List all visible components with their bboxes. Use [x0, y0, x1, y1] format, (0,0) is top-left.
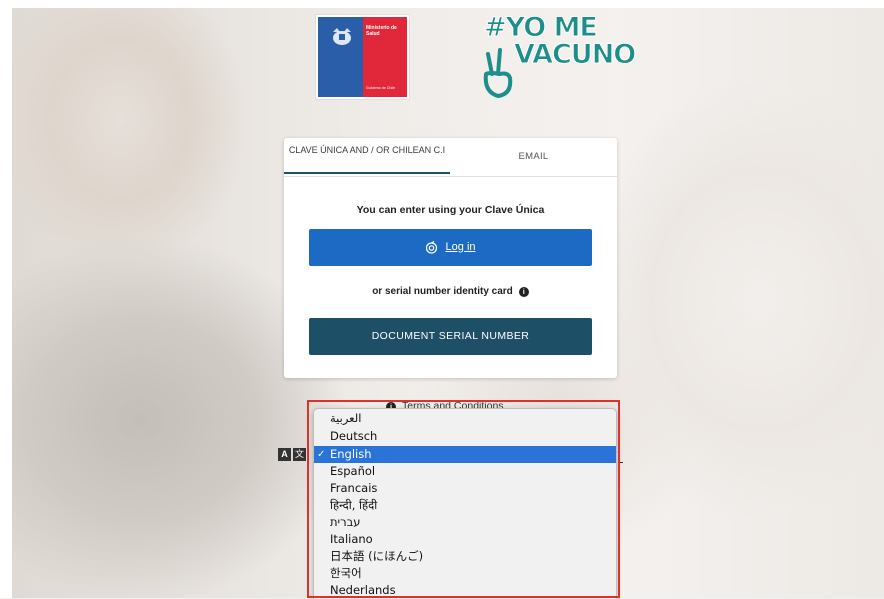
logo-blue-block [318, 17, 363, 97]
translate-a-icon: A [278, 448, 291, 461]
login-tabs: CLAVE ÚNICA AND / OR CHILEAN C.I EMAIL [284, 138, 617, 177]
chile-crest-icon [333, 28, 351, 45]
serial-number-prompt: or serial number identity card i [284, 286, 617, 297]
ministry-name: Ministerio de Salud [366, 25, 397, 37]
highlight-box [307, 400, 620, 598]
tab-clave-unica[interactable]: CLAVE ÚNICA AND / OR CHILEAN C.I [284, 138, 450, 174]
ministry-of-health-logo: Ministerio de Salud Gobierno de Chile [316, 15, 409, 99]
window-left-edge [0, 0, 12, 598]
campaign-logo-line2: VACUNO [513, 39, 636, 71]
document-serial-number-button[interactable]: DOCUMENT SERIAL NUMBER [309, 318, 592, 355]
tab-email[interactable]: EMAIL [450, 138, 617, 176]
login-button-label: Log in [445, 241, 476, 253]
clave-unica-login-button[interactable]: Log in [309, 229, 592, 266]
login-card: CLAVE ÚNICA AND / OR CHILEAN C.I EMAIL Y… [284, 138, 617, 378]
government-name: Gobierno de Chile [366, 86, 395, 90]
window-top-edge [0, 0, 884, 8]
or-serial-text: or serial number identity card [372, 286, 513, 297]
victory-hand-icon [483, 48, 513, 98]
yo-me-vacuno-logo: #YO ME VACUNO [478, 12, 637, 102]
translate-glyph-icon: 文 [293, 448, 306, 461]
clave-unica-icon [426, 241, 438, 254]
info-icon[interactable]: i [518, 287, 529, 297]
clave-unica-intro: You can enter using your Clave Única [356, 204, 545, 216]
